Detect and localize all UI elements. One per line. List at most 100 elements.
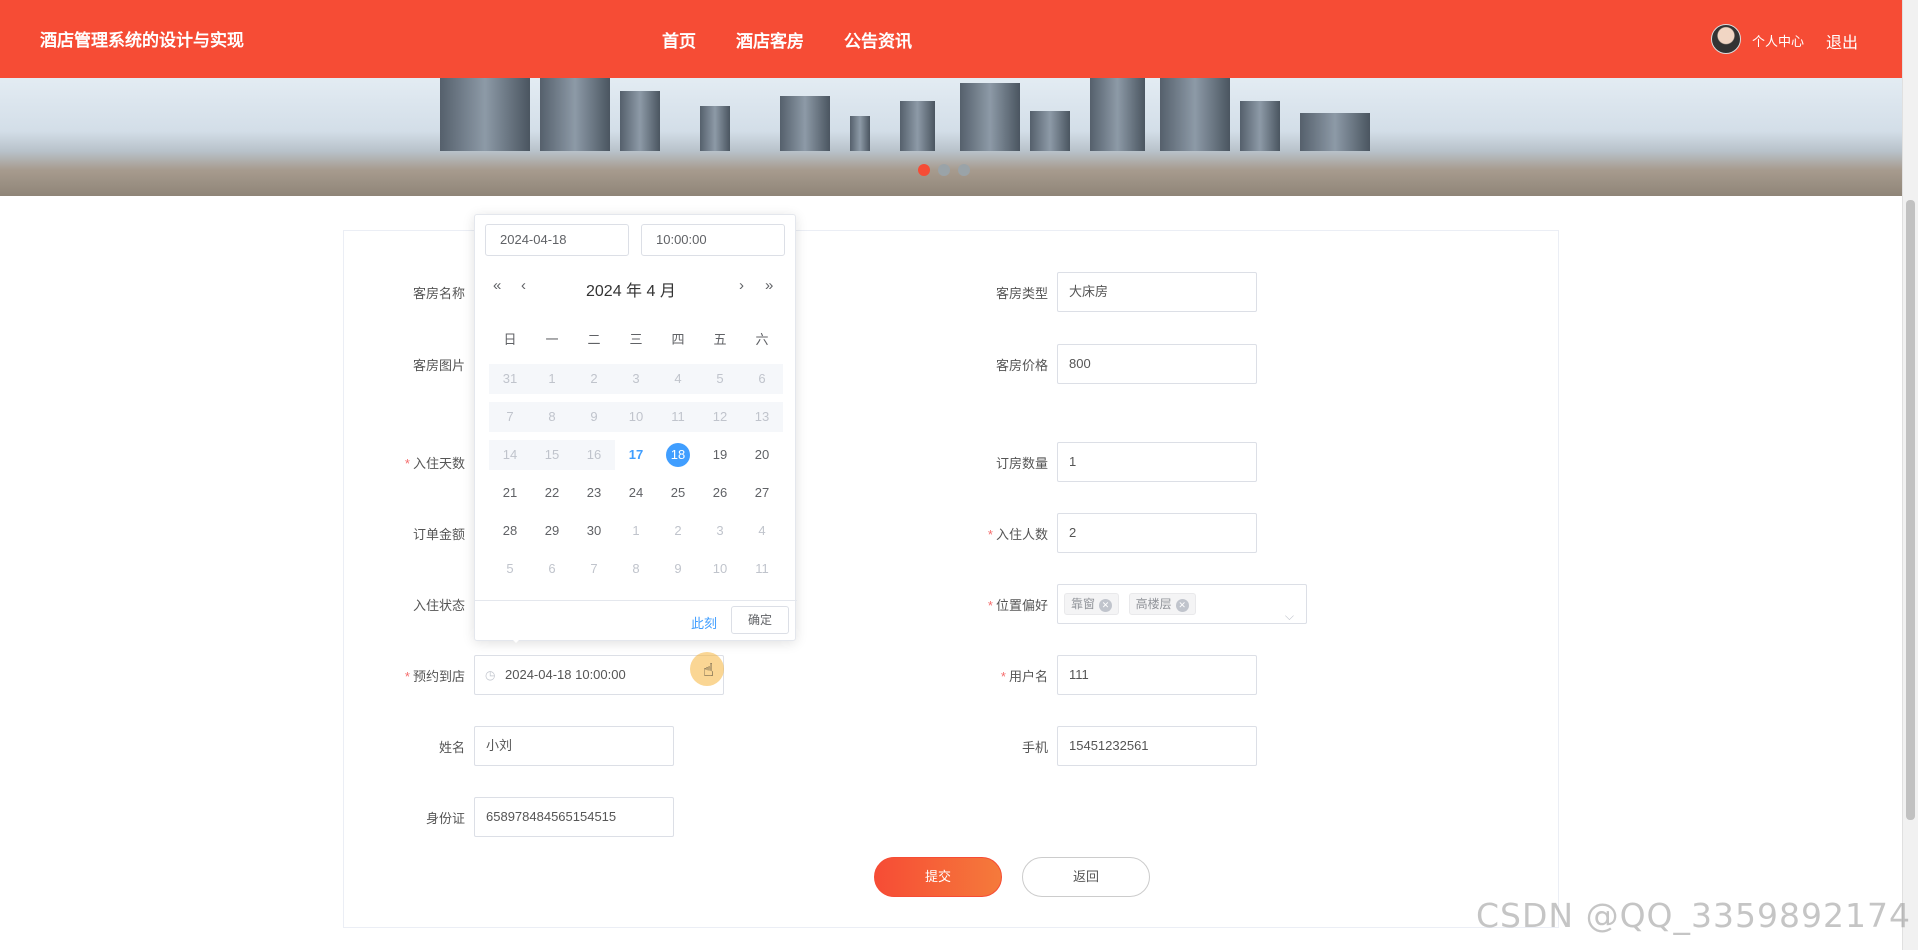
now-button[interactable]: 此刻 (691, 613, 717, 632)
room-type-field[interactable]: 大床房 (1057, 272, 1257, 312)
calendar-day[interactable]: 27 (741, 478, 783, 508)
room-count-field[interactable]: 1 (1057, 442, 1257, 482)
calendar-day[interactable]: 25 (657, 478, 699, 508)
guests-label: * 入住人数 (987, 527, 1048, 542)
calendar-day[interactable]: 20 (741, 440, 783, 470)
vertical-scrollbar[interactable] (1902, 0, 1918, 950)
room-price-label: 客房价格 (995, 358, 1048, 373)
picker-header: « ‹ 2024 年 4 月 › » (475, 277, 797, 301)
hand-cursor-icon: ☝ (703, 660, 714, 680)
name-field[interactable]: 小刘 (474, 726, 674, 766)
confirm-button[interactable]: 确定 (731, 606, 789, 634)
phone-field[interactable]: 15451232561 (1057, 726, 1257, 766)
pref-tag-label: 靠窗 (1071, 597, 1096, 611)
calendar-day[interactable]: 22 (531, 478, 573, 508)
calendar-day[interactable]: 28 (489, 516, 531, 546)
calendar-day[interactable]: 24 (615, 478, 657, 508)
carousel-dot[interactable] (918, 164, 930, 176)
logout-link[interactable]: 退出 (1826, 29, 1858, 53)
calendar-day[interactable]: 7 (573, 554, 615, 584)
pref-tag: 靠窗 ✕ (1064, 593, 1120, 615)
calendar-day[interactable]: 9 (657, 554, 699, 584)
calendar-day[interactable]: 2 (657, 516, 699, 546)
calendar-day[interactable]: 11 (741, 554, 783, 584)
calendar-day[interactable]: 10 (699, 554, 741, 584)
nav-news[interactable]: 公告资讯 (844, 27, 912, 52)
user-center-link[interactable]: 个人中心 (1752, 31, 1804, 50)
status-label: 入住状态 (412, 598, 465, 613)
guests-field[interactable]: 2 (1057, 513, 1257, 553)
picker-title: 2024 年 4 月 (586, 283, 676, 300)
calendar-day[interactable]: 26 (699, 478, 741, 508)
scrollbar-thumb[interactable] (1906, 200, 1915, 820)
close-icon[interactable]: ✕ (1175, 599, 1189, 612)
calendar-day: 1 (531, 364, 573, 394)
calendar-day[interactable]: 1 (615, 516, 657, 546)
calendar-day[interactable]: 3 (699, 516, 741, 546)
carousel-indicators (918, 164, 970, 176)
calendar-day[interactable]: 4 (741, 516, 783, 546)
room-price-field[interactable]: 800 (1057, 344, 1257, 384)
arrival-datetime-input[interactable]: ◷ 2024-04-18 10:00:00 (474, 655, 724, 695)
calendar-day: 14 (489, 440, 531, 470)
calendar-day[interactable]: 23 (573, 478, 615, 508)
weekday-header: 日 一 二 三 四 五 六 (489, 329, 783, 348)
weekday: 四 (671, 332, 685, 347)
calendar-grid: 31 1 2 3 4 5 6 7 8 9 10 11 12 13 14 15 16 17 18 19 20 21 22 23 2… (489, 360, 783, 588)
user-avatar[interactable] (1711, 24, 1741, 54)
carousel-dot[interactable] (938, 164, 950, 176)
pref-multiselect[interactable]: 靠窗 ✕ 高楼层 ✕ ⌵ (1057, 584, 1307, 624)
prev-month-icon[interactable]: ‹ (521, 277, 526, 294)
id-card-field[interactable]: 658978484565154515 (474, 797, 674, 837)
phone-label: 手机 (1021, 740, 1048, 755)
room-image-label: 客房图片 (412, 358, 465, 373)
pref-label: * 位置偏好 (987, 598, 1048, 613)
next-year-icon[interactable]: » (765, 277, 773, 294)
calendar-day: 5 (699, 364, 741, 394)
calendar-day: 4 (657, 364, 699, 394)
picker-date-input[interactable]: 2024-04-18 (485, 224, 629, 256)
calendar-day: 2 (573, 364, 615, 394)
page: 酒店管理系统的设计与实现 首页 酒店客房 公告资讯 个人中心 退出 客房名称 客… (0, 0, 1918, 950)
calendar-week-row: 21 22 23 24 25 26 27 (489, 474, 783, 512)
weekday: 一 (545, 332, 559, 347)
datetime-picker-panel: 2024-04-18 10:00:00 « ‹ 2024 年 4 月 › » 日… (474, 214, 797, 641)
calendar-day[interactable]: 21 (489, 478, 531, 508)
calendar-day[interactable]: 17 (615, 440, 657, 470)
calendar-day[interactable]: 30 (573, 516, 615, 546)
site-title: 酒店管理系统的设计与实现 (40, 31, 244, 50)
back-button[interactable]: 返回 (1022, 857, 1150, 897)
room-count-label: 订房数量 (995, 456, 1048, 471)
id-label: 身份证 (425, 811, 465, 826)
weekday: 日 (503, 332, 517, 347)
calendar-day[interactable]: 6 (531, 554, 573, 584)
calendar-day: 3 (615, 364, 657, 394)
username-field[interactable]: 111 (1057, 655, 1257, 695)
carousel-dot[interactable] (958, 164, 970, 176)
close-icon[interactable]: ✕ (1099, 599, 1113, 612)
submit-button[interactable]: 提交 (874, 857, 1002, 897)
pref-tag-label: 高楼层 (1135, 597, 1172, 611)
calendar-day[interactable]: 5 (489, 554, 531, 584)
picker-footer: 此刻 确定 (475, 600, 797, 641)
arrival-datetime-value: 2024-04-18 10:00:00 (505, 667, 626, 682)
calendar-day: 15 (531, 440, 573, 470)
calendar-day[interactable]: 18 (657, 440, 699, 470)
calendar-day: 13 (741, 402, 783, 432)
watermark: CSDN @QQ_3359892174 (1476, 896, 1911, 935)
nav-home[interactable]: 首页 (662, 27, 696, 52)
next-month-icon[interactable]: › (739, 277, 744, 294)
calendar-day[interactable]: 8 (615, 554, 657, 584)
calendar-day[interactable]: 29 (531, 516, 573, 546)
pref-tag: 高楼层 ✕ (1128, 593, 1196, 615)
nav-rooms[interactable]: 酒店客房 (736, 27, 804, 52)
picker-time-input[interactable]: 10:00:00 (641, 224, 785, 256)
room-type-label: 客房类型 (995, 286, 1048, 301)
calendar-day: 9 (573, 402, 615, 432)
calendar-week-row: 14 15 16 17 18 19 20 (489, 436, 783, 474)
calendar-day[interactable]: 19 (699, 440, 741, 470)
clock-icon: ◷ (485, 668, 496, 682)
calendar-day: 7 (489, 402, 531, 432)
prev-year-icon[interactable]: « (493, 277, 501, 294)
calendar-day: 16 (573, 440, 615, 470)
